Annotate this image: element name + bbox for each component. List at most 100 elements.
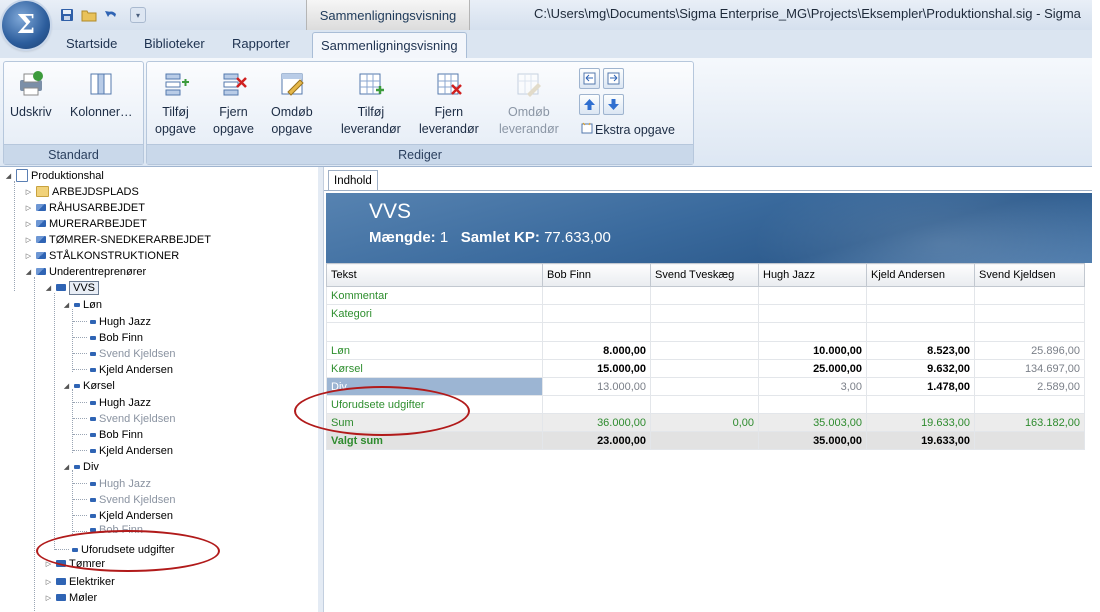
quick-access-toolbar: ▾: [58, 5, 146, 25]
tree-item-raahus[interactable]: ▷ RÅHUSARBEJDET: [24, 200, 145, 215]
remove-task-button[interactable]: Fjern opgave: [213, 70, 254, 138]
collapse-icon[interactable]: ◢: [24, 268, 33, 276]
expand-icon[interactable]: ▷: [24, 220, 33, 228]
expand-icon[interactable]: ▷: [24, 204, 33, 212]
qat-customize-icon[interactable]: ▾: [130, 7, 146, 23]
column-header-svend-tveskaeg[interactable]: Svend Tveskæg: [650, 263, 759, 287]
expand-icon[interactable]: ▷: [24, 236, 33, 244]
tree-item-lon[interactable]: ◢ Løn: [62, 297, 102, 312]
tree-item-staal[interactable]: ▷ STÅLKONSTRUKTIONER: [24, 248, 179, 263]
tree-item-korsel-bob[interactable]: Bob Finn: [90, 427, 143, 442]
tab-startside[interactable]: Startside: [66, 36, 117, 51]
tab-rapporter[interactable]: Rapporter: [232, 36, 290, 51]
column-header-kjeld-andersen[interactable]: Kjeld Andersen: [866, 263, 975, 287]
open-folder-icon[interactable]: [80, 6, 98, 24]
tree-item-moler[interactable]: ▷ Møler: [44, 590, 97, 605]
tree-item-arbejdsplads[interactable]: ▷ ARBEJDSPLADS: [24, 184, 139, 199]
columns-button[interactable]: Kolonner…: [70, 70, 133, 121]
collapse-icon[interactable]: ◢: [4, 172, 13, 180]
tree-item-elektriker[interactable]: ▷ Elektriker: [44, 574, 115, 589]
collapse-icon[interactable]: ◢: [62, 301, 71, 309]
tab-sammenligningsvisning[interactable]: Sammenligningsvisning: [312, 32, 467, 58]
tree-item-lon-bob[interactable]: Bob Finn: [90, 330, 143, 345]
task-group-icon: [36, 220, 46, 227]
table-row-valgt-sum[interactable]: Valgt sum 23.000,00 35.000,00 19.633,00: [326, 431, 1085, 450]
table-row-spacer: [326, 322, 1085, 342]
collapse-icon[interactable]: ◢: [62, 463, 71, 471]
rename-supplier-button[interactable]: Omdøb leverandør: [499, 70, 559, 138]
banner-summary: Mængde: 1 Samlet KP: 77.633,00: [369, 229, 611, 246]
tree-item-lon-svend[interactable]: Svend Kjeldsen: [90, 346, 175, 361]
supplier-icon: [90, 335, 96, 340]
group-label-standard: Standard: [4, 144, 143, 164]
supplier-icon: [90, 448, 96, 453]
supplier-icon: [90, 367, 96, 372]
columns-icon: [87, 70, 115, 98]
move-up-icon[interactable]: [579, 94, 600, 115]
supplier-icon: [90, 513, 96, 518]
remove-task-icon: [220, 70, 248, 98]
tree-item-div-svend[interactable]: Svend Kjeldsen: [90, 492, 175, 507]
tree-line: [72, 470, 73, 534]
tree-item-korsel[interactable]: ◢ Kørsel: [62, 378, 115, 393]
supplier-icon: [90, 416, 96, 421]
tree-item-lon-hugh[interactable]: Hugh Jazz: [90, 314, 151, 329]
supplier-icon: [90, 432, 96, 437]
task-icon: [56, 284, 66, 291]
annotation-ellipse-table: [294, 386, 470, 436]
supplier-icon: [90, 400, 96, 405]
move-right-icon[interactable]: [603, 68, 624, 89]
tree-item-korsel-kjeld[interactable]: Kjeld Andersen: [90, 443, 173, 458]
move-down-icon[interactable]: [603, 94, 624, 115]
collapse-icon[interactable]: ◢: [62, 382, 71, 390]
column-header-bob-finn[interactable]: Bob Finn: [542, 263, 651, 287]
tab-biblioteker[interactable]: Biblioteker: [144, 36, 205, 51]
expand-icon[interactable]: ▷: [44, 578, 53, 586]
tree-item-tomrer-snedker[interactable]: ▷ TØMRER-SNEDKERARBEJDET: [24, 232, 211, 247]
tree-item-korsel-hugh[interactable]: Hugh Jazz: [90, 395, 151, 410]
add-task-button[interactable]: Tilføj opgave: [155, 70, 196, 138]
window-title: C:\Users\mg\Documents\Sigma Enterprise_M…: [534, 6, 1081, 21]
ribbon-group-standard: Udskriv Kolonner… Standard: [3, 61, 144, 165]
task-group-icon: [36, 252, 46, 259]
tree-item-lon-kjeld[interactable]: Kjeld Andersen: [90, 362, 173, 377]
task-group-icon: [36, 236, 46, 243]
table-row-lon[interactable]: Løn 8.000,00 10.000,00 8.523,00 25.896,0…: [326, 341, 1085, 360]
extra-task-button[interactable]: Ekstra opgave: [581, 122, 675, 137]
application-menu-button[interactable]: Σ: [2, 1, 50, 49]
tab-indhold[interactable]: Indhold: [328, 170, 378, 191]
move-left-icon[interactable]: [579, 68, 600, 89]
column-header-svend-kjeldsen[interactable]: Svend Kjeldsen: [974, 263, 1085, 287]
annotation-ellipse-tree: [36, 530, 220, 572]
expand-icon[interactable]: ▷: [24, 252, 33, 260]
save-icon[interactable]: [58, 6, 76, 24]
tree-root[interactable]: ◢ Produktionshal: [4, 168, 104, 183]
tree-item-div[interactable]: ◢ Div: [62, 459, 99, 474]
tree-line: [72, 389, 73, 453]
expand-icon[interactable]: ▷: [24, 188, 33, 196]
column-header-hugh-jazz[interactable]: Hugh Jazz: [758, 263, 867, 287]
column-header-tekst[interactable]: Tekst: [326, 263, 543, 287]
table-row-kommentar[interactable]: Kommentar: [326, 286, 1085, 305]
tree-item-korsel-svend[interactable]: Svend Kjeldsen: [90, 411, 175, 426]
tree-item-div-hugh[interactable]: Hugh Jazz: [90, 476, 151, 491]
folder-icon: [36, 186, 49, 197]
tree-line: [72, 309, 73, 372]
tree-item-underentreprenorer[interactable]: ◢ Underentreprenører: [24, 264, 146, 279]
table-row-kategori[interactable]: Kategori: [326, 304, 1085, 323]
undo-icon[interactable]: [102, 6, 120, 24]
tree-item-vvs[interactable]: ◢ VVS: [44, 280, 100, 295]
collapse-icon[interactable]: ◢: [44, 284, 53, 292]
rename-task-button[interactable]: Omdøb opgave: [271, 70, 313, 138]
expand-icon[interactable]: ▷: [44, 594, 53, 602]
task-group-icon: [36, 268, 46, 275]
print-button[interactable]: Udskriv: [10, 70, 52, 121]
table-row-korsel[interactable]: Kørsel 15.000,00 25.000,00 9.632,00 134.…: [326, 359, 1085, 378]
tree-item-murer[interactable]: ▷ MURERARBEJDET: [24, 216, 147, 231]
remove-supplier-button[interactable]: Fjern leverandør: [419, 70, 479, 138]
banner-title: VVS: [369, 200, 412, 223]
tree-line: [14, 181, 15, 291]
task-icon: [56, 578, 66, 585]
tree-item-div-kjeld[interactable]: Kjeld Andersen: [90, 508, 173, 523]
add-supplier-button[interactable]: Tilføj leverandør: [341, 70, 401, 138]
